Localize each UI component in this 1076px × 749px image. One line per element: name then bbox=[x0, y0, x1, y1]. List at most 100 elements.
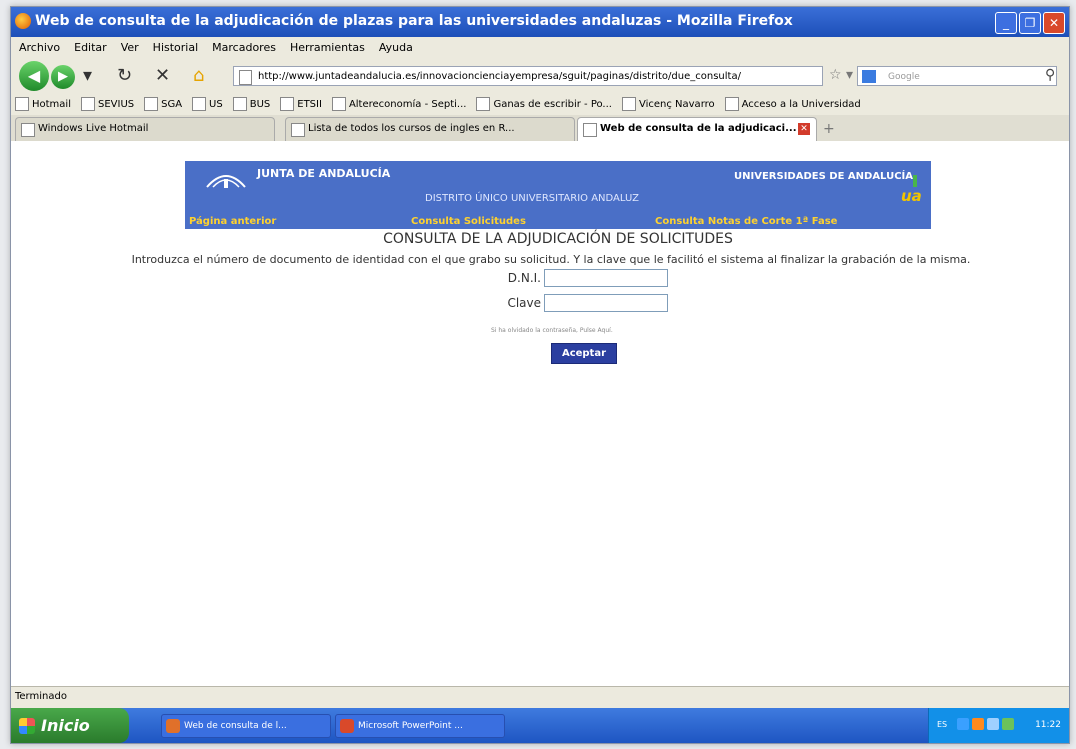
menu-ayuda[interactable]: Ayuda bbox=[379, 41, 413, 54]
bookmark-altereconomia[interactable]: Altereconomía - Septi... bbox=[331, 97, 467, 111]
home-icon[interactable]: ⌂ bbox=[193, 65, 204, 86]
tab-label: Lista de todos los cursos de ingles en R… bbox=[308, 123, 515, 134]
page-title: CONSULTA DE LA ADJUDICACIÓN DE SOLICITUD… bbox=[383, 231, 733, 247]
maximize-icon[interactable]: ❐ bbox=[1019, 12, 1041, 34]
bookmark-icon bbox=[476, 97, 491, 111]
bookmark-label: SEVIUS bbox=[97, 98, 135, 110]
universities-name: UNIVERSIDADES DE ANDALUCÍA bbox=[734, 171, 913, 182]
history-dropdown-icon[interactable]: ▾ bbox=[83, 65, 92, 86]
bookmark-label: Hotmail bbox=[32, 98, 71, 110]
title-bar: Web de consulta de la adjudicación de pl… bbox=[11, 7, 1069, 37]
aceptar-button[interactable]: Aceptar bbox=[551, 343, 617, 364]
bookmark-star-icon[interactable]: ☆ ▾ bbox=[829, 67, 853, 83]
status-text: Terminado bbox=[15, 691, 67, 702]
page-icon bbox=[239, 70, 252, 85]
org-name: JUNTA DE ANDALUCÍA bbox=[257, 167, 391, 180]
bookmark-label: Altereconomía - Septi... bbox=[348, 98, 467, 110]
ua-text: ua bbox=[901, 187, 922, 205]
antivirus-icon[interactable] bbox=[972, 718, 984, 730]
bookmark-icon bbox=[192, 97, 207, 111]
firefox-icon bbox=[166, 719, 180, 733]
new-tab-icon[interactable]: + bbox=[823, 121, 835, 137]
clock: 11:22 bbox=[1035, 720, 1061, 730]
search-input[interactable]: Google bbox=[857, 66, 1057, 86]
menu-ver[interactable]: Ver bbox=[121, 41, 139, 54]
link-pagina-anterior[interactable]: Página anterior bbox=[189, 216, 276, 227]
menu-marcadores[interactable]: Marcadores bbox=[212, 41, 276, 54]
tab-favicon bbox=[21, 123, 35, 137]
bookmark-icon bbox=[280, 97, 295, 111]
tab-label: Windows Live Hotmail bbox=[38, 123, 149, 134]
browser-window: Web de consulta de la adjudicación de pl… bbox=[10, 6, 1070, 744]
bookmark-etsii[interactable]: ETSII bbox=[280, 97, 322, 111]
messenger-icon[interactable] bbox=[987, 718, 999, 730]
close-icon[interactable]: ✕ bbox=[1043, 12, 1065, 34]
navigation-toolbar: ◀ ▶ ▾ ↻ ✕ ⌂ http://www.juntadeandalucia.… bbox=[11, 57, 1069, 93]
minimize-icon[interactable]: _ bbox=[995, 12, 1017, 34]
bookmark-ganas-de-escribir[interactable]: Ganas de escribir - Po... bbox=[476, 97, 612, 111]
bookmark-acceso-universidad[interactable]: Acceso a la Universidad bbox=[724, 97, 861, 111]
bookmark-us[interactable]: US bbox=[192, 97, 223, 111]
powerpoint-icon bbox=[340, 719, 354, 733]
bookmark-label: Acceso a la Universidad bbox=[741, 98, 861, 110]
tray-icons bbox=[957, 718, 1014, 730]
language-indicator[interactable]: ES bbox=[937, 720, 947, 729]
bookmark-label: SGA bbox=[161, 98, 183, 110]
distrito-label: DISTRITO ÚNICO UNIVERSITARIO ANDALUZ bbox=[425, 193, 639, 204]
window-title: Web de consulta de la adjudicación de pl… bbox=[35, 13, 793, 29]
menu-herramientas[interactable]: Herramientas bbox=[290, 41, 365, 54]
bookmark-hotmail[interactable]: Hotmail bbox=[15, 97, 71, 111]
reload-icon[interactable]: ↻ bbox=[117, 65, 132, 86]
bookmark-icon bbox=[331, 97, 346, 111]
link-notas-de-corte[interactable]: Consulta Notas de Corte 1ª Fase bbox=[655, 216, 837, 227]
google-icon bbox=[862, 70, 876, 83]
forward-icon[interactable]: ▶ bbox=[51, 65, 75, 89]
bookmark-icon bbox=[144, 97, 159, 111]
task-powerpoint[interactable]: Microsoft PowerPoint ... bbox=[335, 714, 505, 738]
dni-field[interactable] bbox=[544, 269, 668, 287]
bookmark-sevius[interactable]: SEVIUS bbox=[80, 97, 135, 111]
tab-web-consulta[interactable]: Web de consulta de la adjudicaci... ✕ bbox=[577, 117, 817, 141]
bookmark-icon bbox=[232, 97, 247, 111]
system-tray: ES 11:22 bbox=[928, 708, 1069, 743]
menu-editar[interactable]: Editar bbox=[74, 41, 107, 54]
task-label: Web de consulta de l... bbox=[184, 721, 287, 731]
bookmark-sga[interactable]: SGA bbox=[144, 97, 182, 111]
bookmark-label: BUS bbox=[249, 98, 271, 110]
start-label: Inicio bbox=[41, 716, 90, 735]
tab-hotmail[interactable]: Windows Live Hotmail bbox=[15, 117, 275, 141]
start-button[interactable]: Inicio bbox=[11, 708, 129, 743]
tab-close-icon[interactable]: ✕ bbox=[798, 123, 810, 135]
stop-icon[interactable]: ✕ bbox=[155, 65, 170, 86]
page-content: JUNTA DE ANDALUCÍA UNIVERSIDADES DE ANDA… bbox=[11, 141, 1069, 686]
bookmark-icon bbox=[80, 97, 95, 111]
bookmarks-toolbar: Hotmail SEVIUS SGA US BUS ETSII Altereco… bbox=[11, 93, 1069, 115]
link-consulta-solicitudes[interactable]: Consulta Solicitudes bbox=[411, 216, 526, 227]
tab-cursos-ingles[interactable]: Lista de todos los cursos de ingles en R… bbox=[285, 117, 575, 141]
menu-historial[interactable]: Historial bbox=[153, 41, 198, 54]
network-icon[interactable] bbox=[957, 718, 969, 730]
bookmark-icon bbox=[621, 97, 636, 111]
bookmark-label: ETSII bbox=[297, 98, 322, 110]
bookmark-vicenc-navarro[interactable]: Vicenç Navarro bbox=[621, 97, 715, 111]
back-icon[interactable]: ◀ bbox=[19, 61, 49, 91]
dni-label: D.N.I. bbox=[507, 271, 541, 285]
search-icon[interactable]: ⚲ bbox=[1045, 67, 1055, 83]
taskbar: Inicio Web de consulta de l... Microsoft… bbox=[11, 708, 1069, 743]
url-text: http://www.juntadeandalucia.es/innovacio… bbox=[258, 71, 741, 82]
menu-bar: Archivo Editar Ver Historial Marcadores … bbox=[11, 37, 1069, 57]
volume-icon[interactable] bbox=[1002, 718, 1014, 730]
windows-logo-icon bbox=[19, 718, 35, 734]
search-placeholder: Google bbox=[888, 72, 920, 82]
bookmark-bus[interactable]: BUS bbox=[232, 97, 271, 111]
bookmark-label: US bbox=[209, 98, 223, 110]
bookmark-label: Ganas de escribir - Po... bbox=[493, 98, 612, 110]
tab-label: Web de consulta de la adjudicaci... bbox=[600, 123, 797, 134]
menu-archivo[interactable]: Archivo bbox=[19, 41, 60, 54]
forgot-password-link[interactable]: Si ha olvidado la contraseña, Pulse Aquí… bbox=[491, 327, 613, 334]
tab-favicon bbox=[291, 123, 305, 137]
task-firefox[interactable]: Web de consulta de l... bbox=[161, 714, 331, 738]
clave-field[interactable] bbox=[544, 294, 668, 312]
url-field[interactable]: http://www.juntadeandalucia.es/innovacio… bbox=[233, 66, 823, 86]
status-bar: Terminado bbox=[11, 686, 1069, 709]
